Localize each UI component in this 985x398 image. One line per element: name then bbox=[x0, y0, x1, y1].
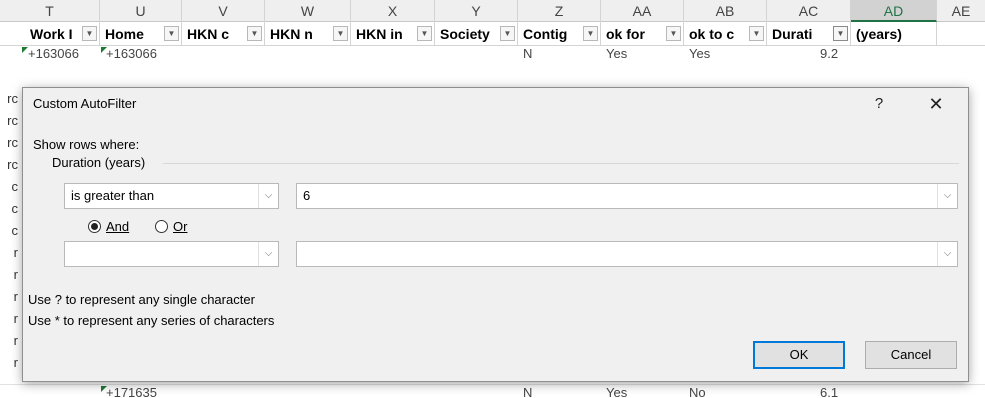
row-fragment: rc bbox=[7, 135, 18, 150]
header-society-label: Society bbox=[440, 26, 490, 42]
operator1-value: is greater than bbox=[71, 188, 155, 203]
filter-active-icon[interactable]: ▼ bbox=[833, 26, 848, 41]
row-fragment: r bbox=[13, 245, 18, 260]
header-ok-to-label: ok to c bbox=[689, 26, 735, 42]
header-home-label: Home bbox=[105, 26, 144, 42]
header-years-label: (years) bbox=[856, 26, 902, 42]
column-header-ab[interactable]: AB bbox=[684, 0, 767, 22]
operator2-select[interactable]: ⌵ bbox=[64, 241, 279, 267]
radio-unselected-icon[interactable] bbox=[155, 220, 168, 233]
row-fragment: r bbox=[13, 355, 18, 370]
column-header-ad[interactable]: AD bbox=[851, 0, 937, 22]
row-fragment: r bbox=[13, 267, 18, 282]
radio-selected-icon[interactable] bbox=[88, 220, 101, 233]
and-radio[interactable]: And bbox=[88, 218, 158, 236]
chevron-down-icon[interactable]: ⌵ bbox=[258, 184, 278, 208]
chevron-down-icon[interactable]: ⌵ bbox=[258, 242, 278, 266]
row-fragment: c bbox=[11, 179, 19, 194]
filter-dropdown-icon[interactable]: ▼ bbox=[82, 26, 97, 41]
filter-dropdown-icon[interactable]: ▼ bbox=[247, 26, 262, 41]
filter-dropdown-icon[interactable]: ▼ bbox=[666, 26, 681, 41]
chevron-down-icon[interactable]: ⌵ bbox=[937, 242, 957, 266]
or-radio-label: Or bbox=[173, 218, 187, 236]
help-icon[interactable]: ? bbox=[869, 93, 889, 115]
operator1-select[interactable]: is greater than ⌵ bbox=[64, 183, 279, 209]
column-header-w[interactable]: W bbox=[265, 0, 351, 22]
header-hkn-n-label: HKN n bbox=[270, 26, 313, 42]
row-fragment: r bbox=[13, 311, 18, 326]
cell-home[interactable]: +163066 bbox=[106, 46, 157, 61]
and-radio-label: And bbox=[106, 218, 129, 236]
cell-ok-for[interactable]: Yes bbox=[606, 46, 627, 61]
table-header-row: Work I ▼ Home ▼ HKN c ▼ HKN n ▼ HKN in ▼… bbox=[0, 22, 985, 46]
value2-combobox[interactable]: ⌵ bbox=[296, 241, 958, 267]
filter-dropdown-icon[interactable]: ▼ bbox=[583, 26, 598, 41]
field-name-label: Duration (years) bbox=[52, 155, 146, 170]
cell-contig[interactable]: N bbox=[523, 46, 532, 61]
filter-dropdown-icon[interactable]: ▼ bbox=[333, 26, 348, 41]
wildcard-hint-single: Use ? to represent any single character bbox=[28, 292, 255, 307]
column-header-t[interactable]: T bbox=[0, 0, 100, 22]
cancel-button[interactable]: Cancel bbox=[865, 341, 957, 369]
column-header-u[interactable]: U bbox=[100, 0, 182, 22]
column-header-z[interactable]: Z bbox=[518, 0, 601, 22]
row-fragment: rc bbox=[7, 157, 18, 172]
column-header-x[interactable]: X bbox=[351, 0, 435, 22]
column-header-row: T U V W X Y Z AA AB AC AD AE bbox=[0, 0, 985, 22]
cell-duration[interactable]: 9.2 bbox=[820, 46, 838, 61]
row-fragment: r bbox=[13, 289, 18, 304]
cell-ok-to[interactable]: No bbox=[689, 385, 706, 398]
or-label-text: Or bbox=[173, 219, 188, 234]
cell-work[interactable]: +163066 bbox=[28, 46, 79, 61]
and-label-text: And bbox=[106, 219, 130, 234]
chevron-down-icon[interactable]: ⌵ bbox=[937, 184, 957, 208]
filter-dropdown-icon[interactable]: ▼ bbox=[417, 26, 432, 41]
group-divider bbox=[163, 163, 959, 164]
or-radio[interactable]: Or bbox=[155, 218, 215, 236]
column-header-y[interactable]: Y bbox=[435, 0, 518, 22]
value1-combobox[interactable]: 6 ⌵ bbox=[296, 183, 958, 209]
header-work-label: Work I bbox=[30, 26, 73, 42]
value1-text: 6 bbox=[303, 188, 311, 203]
dialog-title: Custom AutoFilter bbox=[33, 96, 137, 111]
filter-dropdown-icon[interactable]: ▼ bbox=[164, 26, 179, 41]
column-header-v[interactable]: V bbox=[182, 0, 265, 22]
column-header-aa[interactable]: AA bbox=[601, 0, 684, 22]
custom-autofilter-dialog: Custom AutoFilter ? ✕ Show rows where: D… bbox=[22, 87, 969, 382]
header-duration-label: Durati bbox=[772, 26, 813, 42]
header-contig-label: Contig bbox=[523, 26, 568, 42]
cell-ok-for[interactable]: Yes bbox=[606, 385, 627, 398]
cell-home[interactable]: +171635 bbox=[106, 385, 157, 398]
column-header-ae[interactable]: AE bbox=[937, 0, 985, 22]
close-icon[interactable]: ✕ bbox=[925, 93, 947, 115]
show-rows-label: Show rows where: bbox=[33, 137, 140, 152]
header-ok-for-label: ok for bbox=[606, 26, 645, 42]
filter-dropdown-icon[interactable]: ▼ bbox=[500, 26, 515, 41]
wildcard-hint-series: Use * to represent any series of charact… bbox=[28, 313, 275, 328]
column-header-ac[interactable]: AC bbox=[767, 0, 851, 22]
row-fragment: c bbox=[11, 201, 19, 216]
header-hkn-in-label: HKN in bbox=[356, 26, 403, 42]
filter-dropdown-icon[interactable]: ▼ bbox=[749, 26, 764, 41]
row-fragment: rc bbox=[7, 113, 18, 128]
header-years: (years) bbox=[851, 22, 937, 46]
ok-button[interactable]: OK bbox=[753, 341, 845, 369]
row-fragment: r bbox=[13, 333, 18, 348]
cell-duration[interactable]: 6.1 bbox=[820, 385, 838, 398]
cell-ok-to[interactable]: Yes bbox=[689, 46, 710, 61]
header-hkn-c-label: HKN c bbox=[187, 26, 230, 42]
cell-contig[interactable]: N bbox=[523, 385, 532, 398]
row-fragment: rc bbox=[7, 91, 18, 106]
row-fragment: c bbox=[11, 223, 19, 238]
